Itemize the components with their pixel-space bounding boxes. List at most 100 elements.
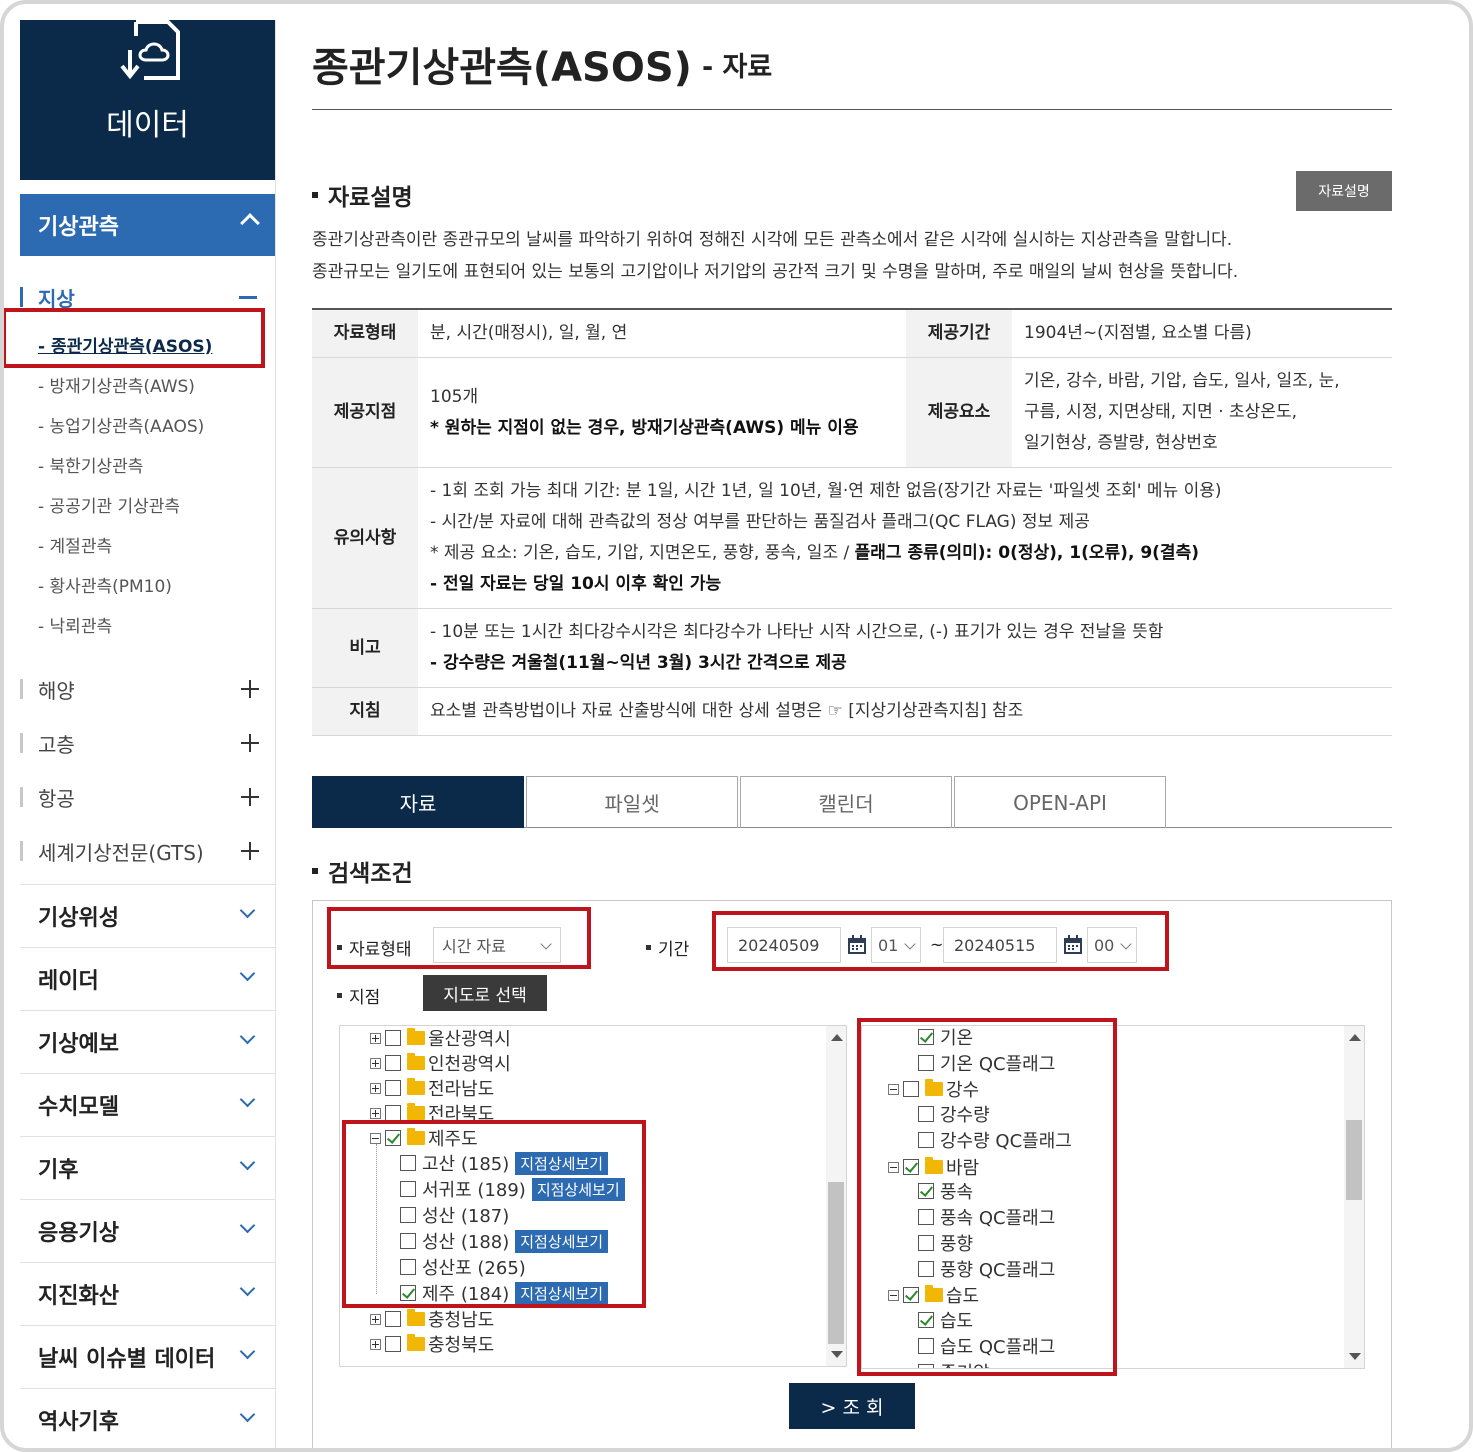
select-by-map-button[interactable]: 지도로 선택 [423,975,547,1011]
scroll-thumb[interactable] [828,1182,844,1344]
calendar-icon[interactable] [1063,935,1083,955]
scroll-down-icon[interactable] [831,1351,843,1358]
station-detail-button[interactable]: 지점상세보기 [515,1229,609,1253]
collapse-icon[interactable] [888,1083,899,1095]
checkbox[interactable] [918,1312,934,1328]
element-rain-qc[interactable]: 강수량 QC플래그 [918,1127,1072,1153]
collapse-icon[interactable] [888,1161,899,1173]
checkbox[interactable] [385,1336,401,1352]
element-wind-speed-qc[interactable]: 풍속 QC플래그 [918,1204,1055,1230]
checkbox[interactable] [385,1030,401,1046]
element-rain[interactable]: 강수량 [918,1101,990,1127]
sidebar-category-forecast[interactable]: 기상예보 [20,1010,275,1073]
checkbox[interactable] [400,1181,416,1197]
scroll-up-icon[interactable] [831,1034,843,1041]
sidebar-sub-ocean[interactable]: 해양 [20,662,275,716]
end-hour-select[interactable]: 00 [1087,927,1137,963]
station-seogwipo[interactable]: 서귀포 (189) 지점상세보기 [400,1176,625,1202]
station-detail-button[interactable]: 지점상세보기 [531,1177,625,1201]
checkbox[interactable] [903,1159,919,1175]
expand-icon[interactable] [370,1338,381,1350]
sidebar-category-satellite[interactable]: 기상위성 [20,884,275,947]
station-gosan[interactable]: 고산 (185) 지점상세보기 [400,1150,609,1176]
element-temp[interactable]: 기온 [918,1026,973,1050]
sidebar-category-radar[interactable]: 레이더 [20,947,275,1010]
sidebar-category-climate[interactable]: 기후 [20,1136,275,1199]
sidebar-sub-gts[interactable]: 세계기상전문(GTS) [20,824,275,878]
checkbox[interactable] [903,1081,919,1097]
element-group-humidity[interactable]: 습도 [888,1282,979,1308]
calendar-icon[interactable] [847,935,867,955]
scroll-thumb[interactable] [1346,1120,1362,1200]
station-seongsanpo[interactable]: 성산포 (265) [400,1254,526,1280]
query-button[interactable]: > 조 회 [789,1383,915,1429]
station-detail-button[interactable]: 지점상세보기 [515,1151,609,1175]
sidebar-category-earthquake[interactable]: 지진화산 [20,1262,275,1325]
scroll-down-icon[interactable] [1349,1353,1361,1360]
element-group-rain[interactable]: 강수 [888,1076,979,1102]
element-humidity-qc[interactable]: 습도 QC플래그 [918,1333,1055,1359]
tree-node-jeonbuk[interactable]: 전라북도 [370,1100,494,1126]
station-tree-scrollbar[interactable] [826,1026,846,1366]
checkbox[interactable] [918,1261,934,1277]
checkbox[interactable] [918,1055,934,1071]
collapse-icon[interactable] [370,1132,381,1144]
sidebar-item-aws[interactable]: - 방재기상관측(AWS) [20,364,275,404]
checkbox[interactable] [918,1106,934,1122]
tab-open-api[interactable]: OPEN-API [954,776,1166,828]
expand-icon[interactable] [370,1313,381,1325]
checkbox[interactable] [400,1259,416,1275]
sidebar-category-numerical-model[interactable]: 수치모델 [20,1073,275,1136]
element-tree-scrollbar[interactable] [1344,1026,1364,1368]
checkbox[interactable] [903,1287,919,1303]
checkbox[interactable] [400,1285,416,1301]
guide-value[interactable]: 요소별 관측방법이나 자료 산출방식에 대한 상세 설명은 ☞ [지상기상관측지… [418,687,1392,736]
description-button[interactable]: 자료설명 [1296,171,1392,211]
sidebar-item-north-korea[interactable]: - 북한기상관측 [20,444,275,484]
sidebar-sub-aviation[interactable]: 항공 [20,770,275,824]
sidebar-item-asos[interactable]: - 종관기상관측(ASOS) [20,324,275,364]
element-temp-qc[interactable]: 기온 QC플래그 [918,1050,1055,1076]
sidebar-category-applied[interactable]: 응용기상 [20,1199,275,1262]
element-wind-dir[interactable]: 풍향 [918,1230,973,1256]
sidebar-sub-surface[interactable]: 지상 [20,270,275,324]
checkbox[interactable] [918,1235,934,1251]
tab-data[interactable]: 자료 [312,776,524,828]
sidebar-item-aaos[interactable]: - 농업기상관측(AAOS) [20,404,275,444]
checkbox[interactable] [385,1055,401,1071]
tree-node-chungbuk[interactable]: 충청북도 [370,1331,494,1357]
station-jeju[interactable]: 제주 (184) 지점상세보기 [400,1280,609,1306]
sidebar-item-season[interactable]: - 계절관측 [20,524,275,564]
checkbox[interactable] [918,1183,934,1199]
format-select[interactable]: 시간 자료 [433,927,561,963]
start-hour-select[interactable]: 01 [871,927,921,963]
element-wind-speed[interactable]: 풍속 [918,1178,973,1204]
sidebar-category-observation[interactable]: 기상관측 [20,194,275,256]
station-seongsan-187[interactable]: 성산 (187) [400,1202,509,1228]
expand-icon[interactable] [370,1107,381,1119]
sidebar-item-public-agency[interactable]: - 공공기관 기상관측 [20,484,275,524]
expand-icon[interactable] [370,1082,381,1094]
element-partial[interactable]: 증기압 [918,1359,990,1368]
tree-node-jeonnam[interactable]: 전라남도 [370,1075,494,1101]
expand-icon[interactable] [370,1057,381,1069]
checkbox[interactable] [918,1364,934,1368]
end-date-input[interactable]: 20240515 [943,927,1057,963]
checkbox[interactable] [385,1130,401,1146]
tree-node-ulsan[interactable]: 울산광역시 [370,1026,511,1051]
station-seongsan-188[interactable]: 성산 (188) 지점상세보기 [400,1228,609,1254]
sidebar-category-historical[interactable]: 역사기후 [20,1388,275,1451]
tree-node-incheon[interactable]: 인천광역시 [370,1050,511,1076]
sidebar-sub-upper-air[interactable]: 고층 [20,716,275,770]
station-detail-button[interactable]: 지점상세보기 [515,1281,609,1305]
tab-calendar[interactable]: 캘린더 [740,776,952,828]
start-date-input[interactable]: 20240509 [727,927,841,963]
element-wind-dir-qc[interactable]: 풍향 QC플래그 [918,1256,1055,1282]
checkbox[interactable] [400,1233,416,1249]
expand-icon[interactable] [370,1032,381,1044]
element-humidity[interactable]: 습도 [918,1307,973,1333]
tree-node-chungnam[interactable]: 충청남도 [370,1306,494,1332]
scroll-up-icon[interactable] [1349,1034,1361,1041]
sidebar-item-yellow-dust[interactable]: - 황사관측(PM10) [20,564,275,604]
checkbox[interactable] [400,1207,416,1223]
